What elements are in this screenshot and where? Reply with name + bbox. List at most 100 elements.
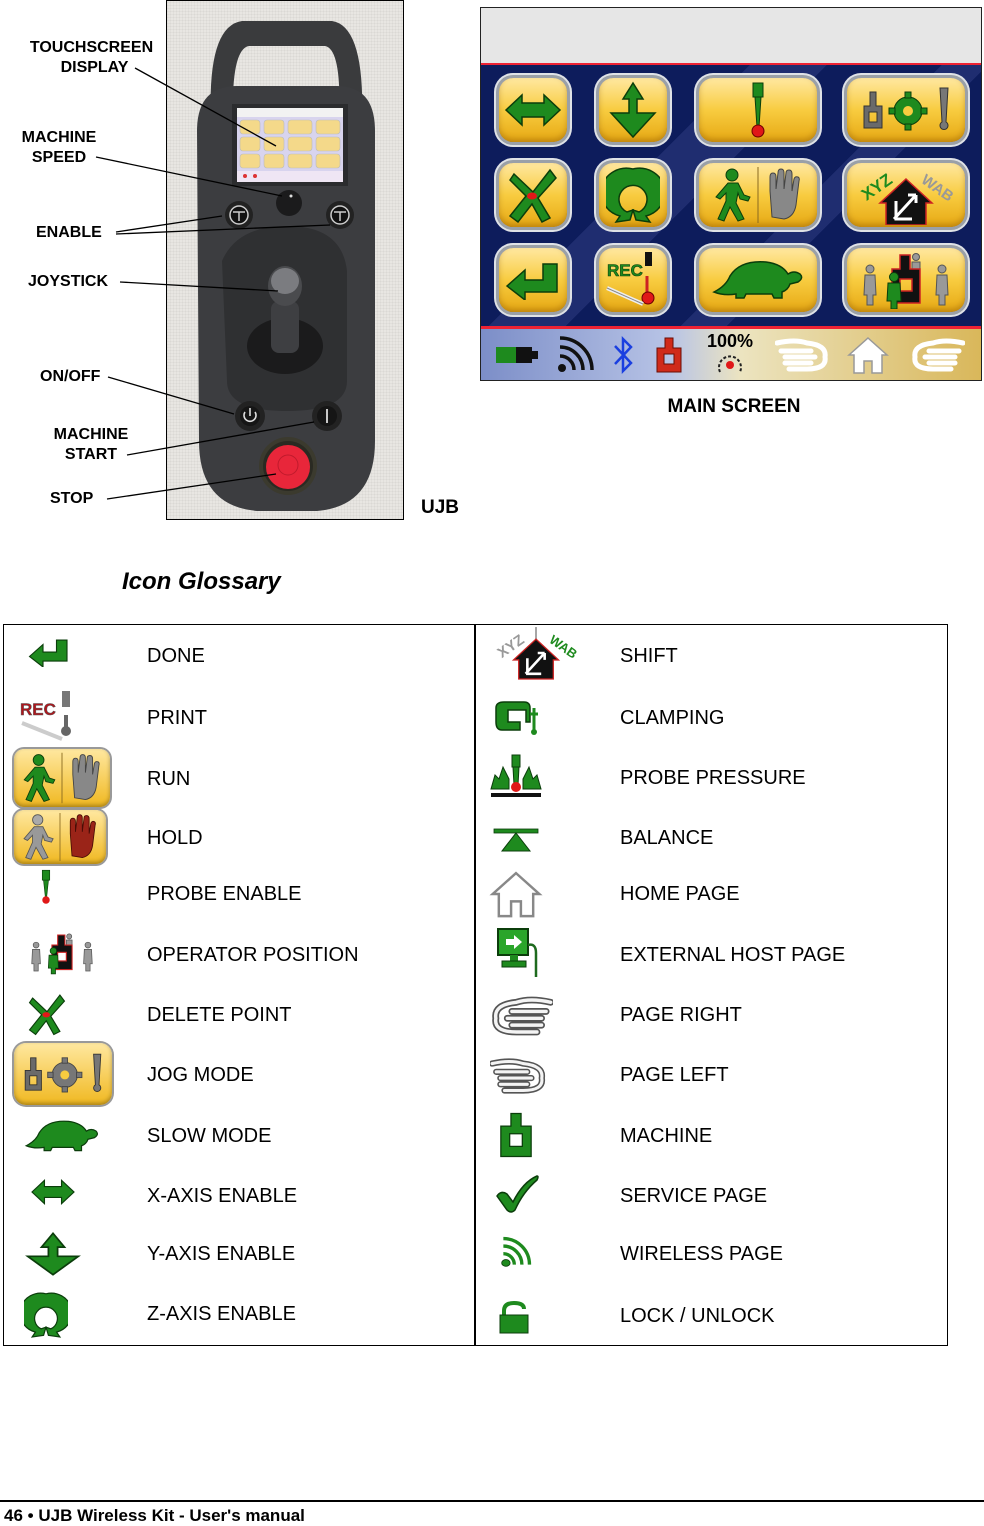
glossary-row: WIRELESS PAGE bbox=[488, 1232, 938, 1288]
glossary-label: PRINT bbox=[147, 707, 207, 729]
page-number: 46 bbox=[4, 1506, 23, 1525]
glossary-label: Z-AXIS ENABLE bbox=[147, 1303, 296, 1325]
status-bluetooth bbox=[605, 335, 641, 375]
hold-icon bbox=[23, 813, 96, 861]
screen-status-bar: 100% bbox=[481, 326, 981, 380]
footer-bullet: • bbox=[27, 1506, 34, 1525]
tile-probe-enable[interactable] bbox=[699, 78, 817, 142]
glossary-label: SHIFT bbox=[620, 645, 678, 667]
glossary-label: OPERATOR POSITION bbox=[147, 944, 359, 966]
glossary-label: Y-AXIS ENABLE bbox=[147, 1243, 296, 1265]
tile-z-axis-enable[interactable] bbox=[599, 163, 667, 227]
probe-enable-icon bbox=[751, 82, 765, 138]
delete-point-icon bbox=[28, 994, 66, 1036]
glossary-label: HOLD bbox=[147, 827, 203, 849]
glossary-row: Z-AXIS ENABLE bbox=[14, 1290, 464, 1346]
glossary-label: PAGE RIGHT bbox=[620, 1004, 742, 1026]
shift-icon: XYZ WAB bbox=[495, 627, 580, 680]
glossary-label: DELETE POINT bbox=[147, 1004, 292, 1026]
glossary-column-divider bbox=[474, 624, 476, 1346]
glossary-row: HOLD bbox=[14, 810, 464, 866]
x-axis-enable-icon bbox=[504, 93, 562, 127]
external-host-icon bbox=[497, 928, 538, 977]
glossary-label: PROBE ENABLE bbox=[147, 883, 302, 905]
enable-button-right[interactable] bbox=[326, 201, 354, 229]
callout-on-off: ON/OFF bbox=[40, 368, 101, 385]
glossary-row: CLAMPING bbox=[488, 690, 938, 746]
tile-delete-point[interactable] bbox=[499, 163, 567, 227]
machine-icon bbox=[656, 337, 682, 373]
wireless-icon bbox=[501, 1236, 532, 1267]
machine-start-button[interactable] bbox=[312, 401, 342, 431]
tile-done[interactable] bbox=[499, 248, 567, 312]
glossary-label: BALANCE bbox=[620, 827, 714, 849]
run-icon bbox=[23, 752, 100, 804]
glossary-row: JOG MODE bbox=[14, 1043, 464, 1105]
status-machine bbox=[649, 335, 689, 375]
on-off-button[interactable] bbox=[235, 401, 265, 431]
callout-enable: ENABLE bbox=[36, 224, 102, 241]
glossary-label: DONE bbox=[147, 645, 205, 667]
manual-title: UJB Wireless Kit - User's manual bbox=[38, 1506, 305, 1525]
y-axis-enable-icon bbox=[609, 81, 657, 139]
callout-text: DISPLAY bbox=[60, 59, 129, 76]
glossary-row: XYZ WAB SHIFT bbox=[488, 624, 938, 680]
machine-speed-knob[interactable] bbox=[276, 190, 302, 216]
glossary-label: LOCK / UNLOCK bbox=[620, 1305, 775, 1327]
y-axis-enable-icon bbox=[25, 1231, 81, 1276]
status-home[interactable] bbox=[843, 335, 893, 375]
glossary-label: JOG MODE bbox=[147, 1064, 254, 1086]
glossary-row: X-AXIS ENABLE bbox=[14, 1172, 464, 1228]
ujb-device-photo bbox=[166, 0, 404, 520]
glossary-row: OPERATOR POSITION bbox=[14, 924, 464, 980]
status-page-left[interactable] bbox=[773, 335, 833, 375]
callout-text: SPEED bbox=[31, 149, 87, 166]
machine-icon bbox=[500, 1112, 532, 1158]
glossary-label: PAGE LEFT bbox=[620, 1064, 729, 1086]
delete-point-icon bbox=[508, 168, 557, 224]
glossary-label: WIRELESS PAGE bbox=[620, 1243, 784, 1265]
screen-message-area bbox=[481, 8, 981, 65]
glossary-row: PAGE LEFT bbox=[488, 1050, 938, 1106]
screen-button-grid: XYZ WAB REC bbox=[481, 65, 981, 333]
jog-mode-icon bbox=[863, 87, 949, 131]
tile-run-hold[interactable] bbox=[699, 163, 817, 227]
glossary-row: REC PRINT bbox=[14, 688, 464, 744]
run-hold-icon bbox=[715, 167, 800, 223]
tile-x-axis-enable[interactable] bbox=[499, 78, 567, 142]
tile-operator-position[interactable] bbox=[847, 248, 965, 312]
footer-rule bbox=[0, 1500, 984, 1502]
glossary-row: SLOW MODE bbox=[14, 1112, 464, 1168]
tile-shift[interactable]: XYZ WAB bbox=[847, 163, 965, 227]
glossary-label: SLOW MODE bbox=[147, 1125, 272, 1147]
glossary-row: MACHINE bbox=[488, 1110, 938, 1166]
svg-text:REC: REC bbox=[20, 700, 56, 719]
page-right-icon bbox=[912, 338, 965, 372]
status-battery bbox=[493, 335, 543, 375]
glossary-row: PROBE PRESSURE bbox=[488, 750, 938, 806]
done-icon bbox=[28, 639, 68, 667]
operator-position-icon bbox=[31, 933, 93, 975]
callout-text: MACHINE bbox=[53, 426, 129, 443]
device-caption: UJB bbox=[421, 497, 460, 518]
home-icon bbox=[847, 336, 889, 374]
callout-text: TOUCHSCREEN bbox=[29, 39, 154, 56]
main-screen-caption: MAIN SCREEN bbox=[667, 396, 801, 417]
tile-slow-mode[interactable] bbox=[699, 248, 817, 312]
speed-gauge-icon bbox=[718, 355, 742, 373]
stop-button[interactable] bbox=[259, 437, 317, 495]
x-axis-enable-icon bbox=[31, 1178, 75, 1206]
glossary-row: BALANCE bbox=[488, 810, 938, 866]
glossary-row: DELETE POINT bbox=[14, 988, 464, 1044]
page-left-icon bbox=[490, 1058, 546, 1094]
glossary-title: Icon Glossary bbox=[122, 568, 281, 595]
print-rec-icon: REC bbox=[20, 691, 71, 741]
status-page-right[interactable] bbox=[905, 335, 969, 375]
glossary-row: LOCK / UNLOCK bbox=[488, 1292, 938, 1348]
enable-button-left[interactable] bbox=[225, 201, 253, 229]
tile-jog-mode[interactable] bbox=[847, 78, 965, 142]
lock-icon bbox=[499, 1301, 529, 1334]
tile-print-rec[interactable]: REC bbox=[599, 248, 667, 312]
callout-text: START bbox=[64, 446, 118, 463]
tile-y-axis-enable[interactable] bbox=[599, 78, 667, 142]
